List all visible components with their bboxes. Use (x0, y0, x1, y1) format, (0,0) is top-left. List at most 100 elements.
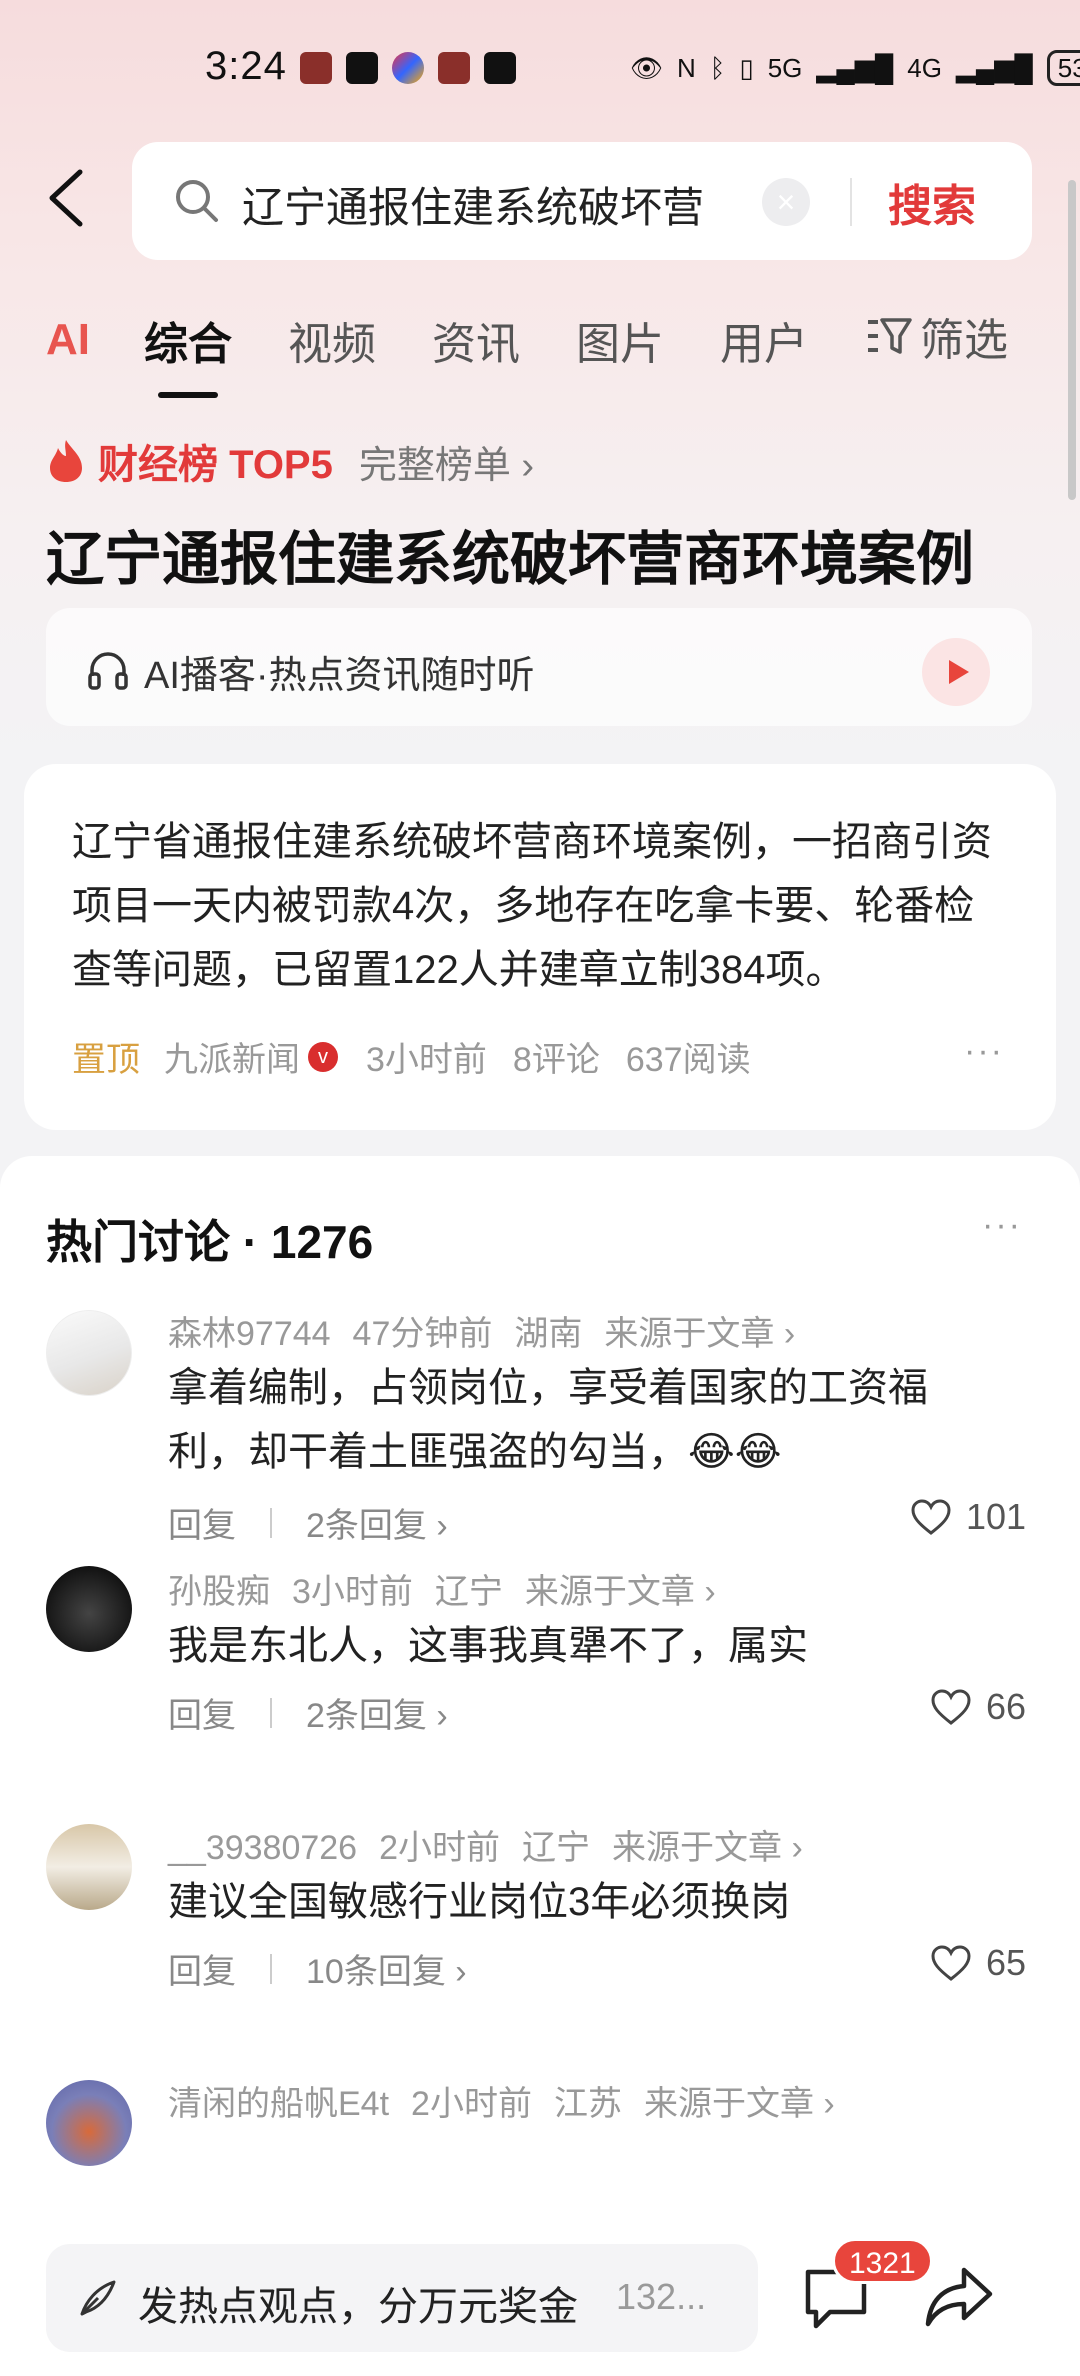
comment-actions: 回复 2条回复 › (168, 1688, 448, 1737)
comment-origin-link[interactable]: 来源于文章 › (612, 1829, 803, 1867)
search-bar[interactable]: 辽宁通报住建系统破坏营 × 搜索 (132, 142, 1032, 260)
avatar[interactable] (46, 2080, 132, 2166)
filter-icon (868, 318, 912, 354)
back-arrow-icon[interactable] (44, 168, 88, 228)
reply-button[interactable]: 回复 (168, 1498, 236, 1547)
status-notification-icons (300, 52, 516, 84)
article-read-count: 637阅读 (625, 1041, 751, 1079)
comment-text: 我是东北人，这事我真犟不了，属实 (168, 1624, 808, 1668)
avatar[interactable] (46, 1824, 132, 1910)
section-title: 热门讨论 · 1276 (46, 1216, 374, 1268)
vibrate-icon: ▯ (739, 52, 754, 83)
like-button[interactable]: 66 (930, 1686, 1026, 1728)
comment-time: 2小时前 (411, 2085, 532, 2123)
comment-origin-link[interactable]: 来源于文章 › (604, 1315, 795, 1353)
notification-app-icon (300, 52, 332, 84)
signal-4g-label: 4G (907, 52, 942, 83)
comment-region: 辽宁 (522, 1829, 591, 1867)
comment-text: 建议全国敏感行业岗位3年必须换岗 (168, 1880, 791, 1924)
reply-button[interactable]: 回复 (168, 1944, 236, 1993)
article-source[interactable]: 九派新闻 (164, 1032, 300, 1081)
avatar[interactable] (46, 1566, 132, 1652)
clear-icon[interactable]: × (762, 178, 810, 226)
comment-text: 拿着编制，占领岗位，享受着国家的工资福利，却干着土匪强盗的勾当，😂😂 (168, 1366, 928, 1474)
divider (850, 178, 852, 226)
headphones-icon (88, 652, 128, 690)
article-more-icon[interactable]: ··· (964, 1032, 1004, 1071)
tab-ai[interactable]: AI (46, 315, 90, 365)
play-button[interactable] (922, 638, 990, 706)
comment-meta: 清闲的船帆E4t 2小时前 江苏 来源于文章 › (168, 2076, 857, 2125)
status-bar: 3:24 👁 N ᛒ ▯ 5G ▂▄▆█ 4G ▂▄▆█ 53 (0, 40, 1080, 100)
input-reward-count: 132... (616, 2276, 707, 2317)
comment-meta: 孙股痴 3小时前 辽宁 来源于文章 › (168, 1564, 738, 1613)
comment-time: 3小时前 (292, 1573, 413, 1611)
comment-origin-link[interactable]: 来源于文章 › (644, 2085, 835, 2123)
comment-input[interactable]: 发热点观点，分万元奖金 132... (46, 2244, 758, 2352)
input-placeholder: 发热点观点，分万元奖金 (138, 2285, 578, 2329)
ai-podcast-bar[interactable]: AI播客·热点资讯随时听 (46, 608, 1032, 726)
comment-time: 2小时前 (379, 1829, 501, 1867)
reply-button[interactable]: 回复 (168, 1688, 236, 1737)
play-icon (949, 660, 969, 684)
notification-app-icon (392, 52, 424, 84)
comment-username[interactable]: 孙股痴 (168, 1573, 270, 1611)
comment-actions: 回复 10条回复 › (168, 1944, 467, 1993)
podcast-label: AI播客·热点资讯随时听 (144, 655, 535, 697)
tab-news[interactable]: 资讯 (432, 308, 520, 372)
view-replies-link[interactable]: 10条回复 › (306, 1944, 467, 1993)
scrollbar[interactable] (1068, 180, 1076, 500)
comment-region: 湖南 (514, 1315, 583, 1353)
notification-app-icon (346, 52, 378, 84)
signal-5g-label: 5G (767, 52, 803, 83)
pen-icon (80, 2280, 116, 2316)
article-comment-count: 8评论 (512, 1041, 600, 1079)
article-card[interactable]: 辽宁省通报住建系统破坏营商环境案例，一招商引资项目一天内被罚款4次，多地存在吃拿… (24, 764, 1056, 1130)
eye-icon: 👁 (630, 52, 664, 83)
signal-bars-icon: ▂▄▆█ (955, 52, 1033, 83)
comment-item: __39380726 2小时前 辽宁 来源于文章 › 建议全国敏感行业岗位3年必须换岗… (0, 1820, 1080, 1991)
view-replies-link[interactable]: 2条回复 › (306, 1498, 448, 1547)
comment-username[interactable]: __39380726 (168, 1829, 357, 1867)
filter-button[interactable]: 筛选 (866, 304, 1008, 368)
like-button[interactable]: 101 (910, 1496, 1026, 1538)
rank-title: 财经榜 TOP5 (98, 443, 333, 487)
tab-comprehensive[interactable]: 综合 (144, 308, 232, 398)
like-count: 66 (986, 1686, 1027, 1727)
comment-time: 47分钟前 (352, 1315, 493, 1353)
nfc-icon: N (677, 52, 696, 83)
comment-origin-link[interactable]: 来源于文章 › (525, 1573, 716, 1611)
full-rank-link[interactable]: 完整榜单 › (359, 434, 534, 489)
comment-meta: __39380726 2小时前 辽宁 来源于文章 › (168, 1820, 825, 1869)
battery-indicator: 53 (1046, 50, 1080, 86)
tab-video[interactable]: 视频 (288, 308, 376, 372)
tab-images[interactable]: 图片 (576, 308, 664, 372)
comment-username[interactable]: 森林97744 (168, 1315, 331, 1353)
divider (270, 1697, 272, 1728)
comment-username[interactable]: 清闲的船帆E4t (168, 2085, 389, 2123)
page-title: 辽宁通报住建系统破坏营商环境案例 (46, 527, 975, 592)
article-meta: 置顶 九派新闻 v 3小时前 8评论 637阅读 (72, 1032, 777, 1081)
comment-item: 森林97744 47分钟前 湖南 来源于文章 › 拿着编制，占领岗位，享受着国家的工资… (0, 1306, 1080, 1546)
comment-actions: 回复 2条回复 › (168, 1498, 448, 1547)
tab-users[interactable]: 用户 (720, 308, 808, 372)
status-system-icons: 👁 N ᛒ ▯ 5G ▂▄▆█ 4G ▂▄▆█ 53 (630, 50, 1080, 86)
section-more-icon[interactable]: ··· (982, 1206, 1022, 1245)
article-summary: 辽宁省通报住建系统破坏营商环境案例，一招商引资项目一天内被罚款4次，多地存在吃拿… (72, 820, 992, 992)
comment-item: 孙股痴 3小时前 辽宁 来源于文章 › 我是东北人，这事我真犟不了，属实 回复 2条回… (0, 1564, 1080, 1735)
hot-discussion-section: 热门讨论 · 1276 ··· 森林97744 47分钟前 湖南 来源于文章 › 拿着… (0, 1156, 1080, 2376)
comment-meta: 森林97744 47分钟前 湖南 来源于文章 › (168, 1306, 817, 1355)
view-replies-link[interactable]: 2条回复 › (306, 1688, 448, 1737)
heart-icon (911, 1499, 951, 1535)
filter-label: 筛选 (920, 316, 1008, 365)
avatar[interactable] (46, 1310, 132, 1396)
bottom-action-bar: 发热点观点，分万元奖金 132... 1321 (0, 2216, 1080, 2376)
status-time: 3:24 (205, 44, 287, 88)
finance-rank-row[interactable]: 财经榜 TOP5 完整榜单 › (46, 432, 534, 490)
search-button[interactable]: 搜索 (888, 170, 976, 234)
notification-app-icon (484, 52, 516, 84)
comment-item: 清闲的船帆E4t 2小时前 江苏 来源于文章 › (0, 2076, 1080, 2176)
like-count: 101 (966, 1496, 1027, 1537)
like-button[interactable]: 65 (930, 1942, 1026, 1984)
share-icon[interactable] (924, 2262, 994, 2332)
